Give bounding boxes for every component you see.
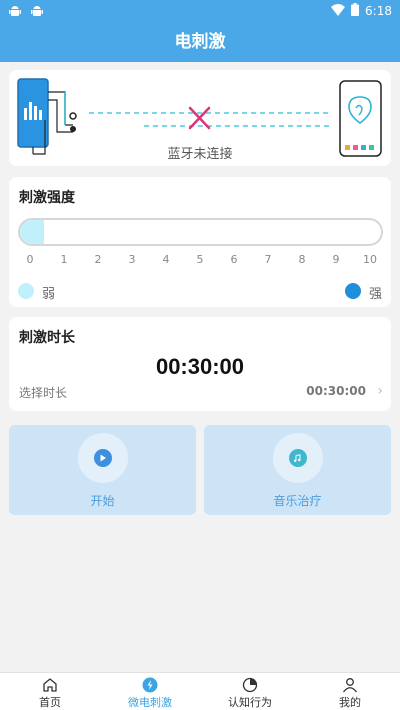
start-button-label: 开始 <box>90 494 115 508</box>
intensity-slider[interactable] <box>18 218 383 246</box>
intensity-tick-label: 9 <box>332 253 340 266</box>
intensity-tick-label: 3 <box>128 253 136 266</box>
nav-label-home: 首页 <box>39 696 61 709</box>
battery-icon <box>351 3 360 19</box>
user-icon <box>342 677 358 693</box>
pie-chart-icon <box>242 677 258 693</box>
intensity-tick-label: 7 <box>264 253 272 266</box>
duration-card: 刺激时长 00:30:00 选择时长 00:30:00 › <box>9 317 391 411</box>
nav-label-stimulation: 微电刺激 <box>128 696 172 709</box>
bottom-navigation: 首页 微电刺激 认知行为 我的 <box>0 672 400 710</box>
page-title: 电刺激 <box>0 22 400 62</box>
bluetooth-status-text: 蓝牙未连接 <box>167 147 233 162</box>
nav-item-cognitive[interactable]: 认知行为 <box>200 673 300 710</box>
nav-label-profile: 我的 <box>339 696 361 709</box>
strong-indicator-dot <box>345 283 361 299</box>
nav-label-cognitive: 认知行为 <box>228 696 272 709</box>
music-note-icon <box>288 449 307 467</box>
android-icon <box>8 3 22 22</box>
intensity-slider-fill <box>20 220 44 244</box>
intensity-tick-label: 0 <box>26 253 34 266</box>
selected-duration-value: 00:30:00 <box>306 384 366 398</box>
clock-time: 6:18 <box>365 4 392 18</box>
intensity-tick-label: 6 <box>230 253 238 266</box>
status-bar: 6:18 <box>0 0 400 22</box>
music-therapy-button[interactable]: 音乐治疗 <box>204 425 391 515</box>
weak-indicator-dot <box>18 283 34 299</box>
intensity-scale: 0 1 2 3 4 5 6 7 8 9 10 <box>9 253 391 267</box>
weak-label: 弱 <box>42 287 56 302</box>
music-button-circle <box>272 433 323 483</box>
lightning-icon <box>142 677 158 693</box>
intensity-tick-label: 8 <box>298 253 306 266</box>
nav-item-stimulation[interactable]: 微电刺激 <box>100 673 200 710</box>
duration-selector-row[interactable]: 选择时长 00:30:00 › <box>9 377 391 407</box>
intensity-card: 刺激强度 0 1 2 3 4 5 6 7 8 9 10 弱 强 <box>9 177 391 307</box>
home-icon <box>42 677 58 693</box>
music-therapy-label: 音乐治疗 <box>273 494 322 508</box>
intensity-tick-label: 5 <box>196 253 204 266</box>
wifi-icon <box>331 3 346 19</box>
android-icon <box>30 3 44 22</box>
intensity-title: 刺激强度 <box>19 190 75 206</box>
nav-item-home[interactable]: 首页 <box>0 673 100 710</box>
play-icon <box>93 449 112 467</box>
chevron-right-icon: › <box>377 383 383 399</box>
intensity-tick-label: 2 <box>94 253 102 266</box>
intensity-tick-label: 4 <box>162 253 170 266</box>
intensity-tick-label: 10 <box>363 253 377 266</box>
select-duration-label: 选择时长 <box>19 386 68 400</box>
duration-title: 刺激时长 <box>19 330 75 346</box>
bluetooth-connection-card[interactable]: 蓝牙未连接 <box>9 70 391 166</box>
intensity-tick-label: 1 <box>60 253 68 266</box>
strong-label: 强 <box>369 287 383 302</box>
start-button[interactable]: 开始 <box>9 425 196 515</box>
nav-item-profile[interactable]: 我的 <box>300 673 400 710</box>
start-button-circle <box>77 433 128 483</box>
